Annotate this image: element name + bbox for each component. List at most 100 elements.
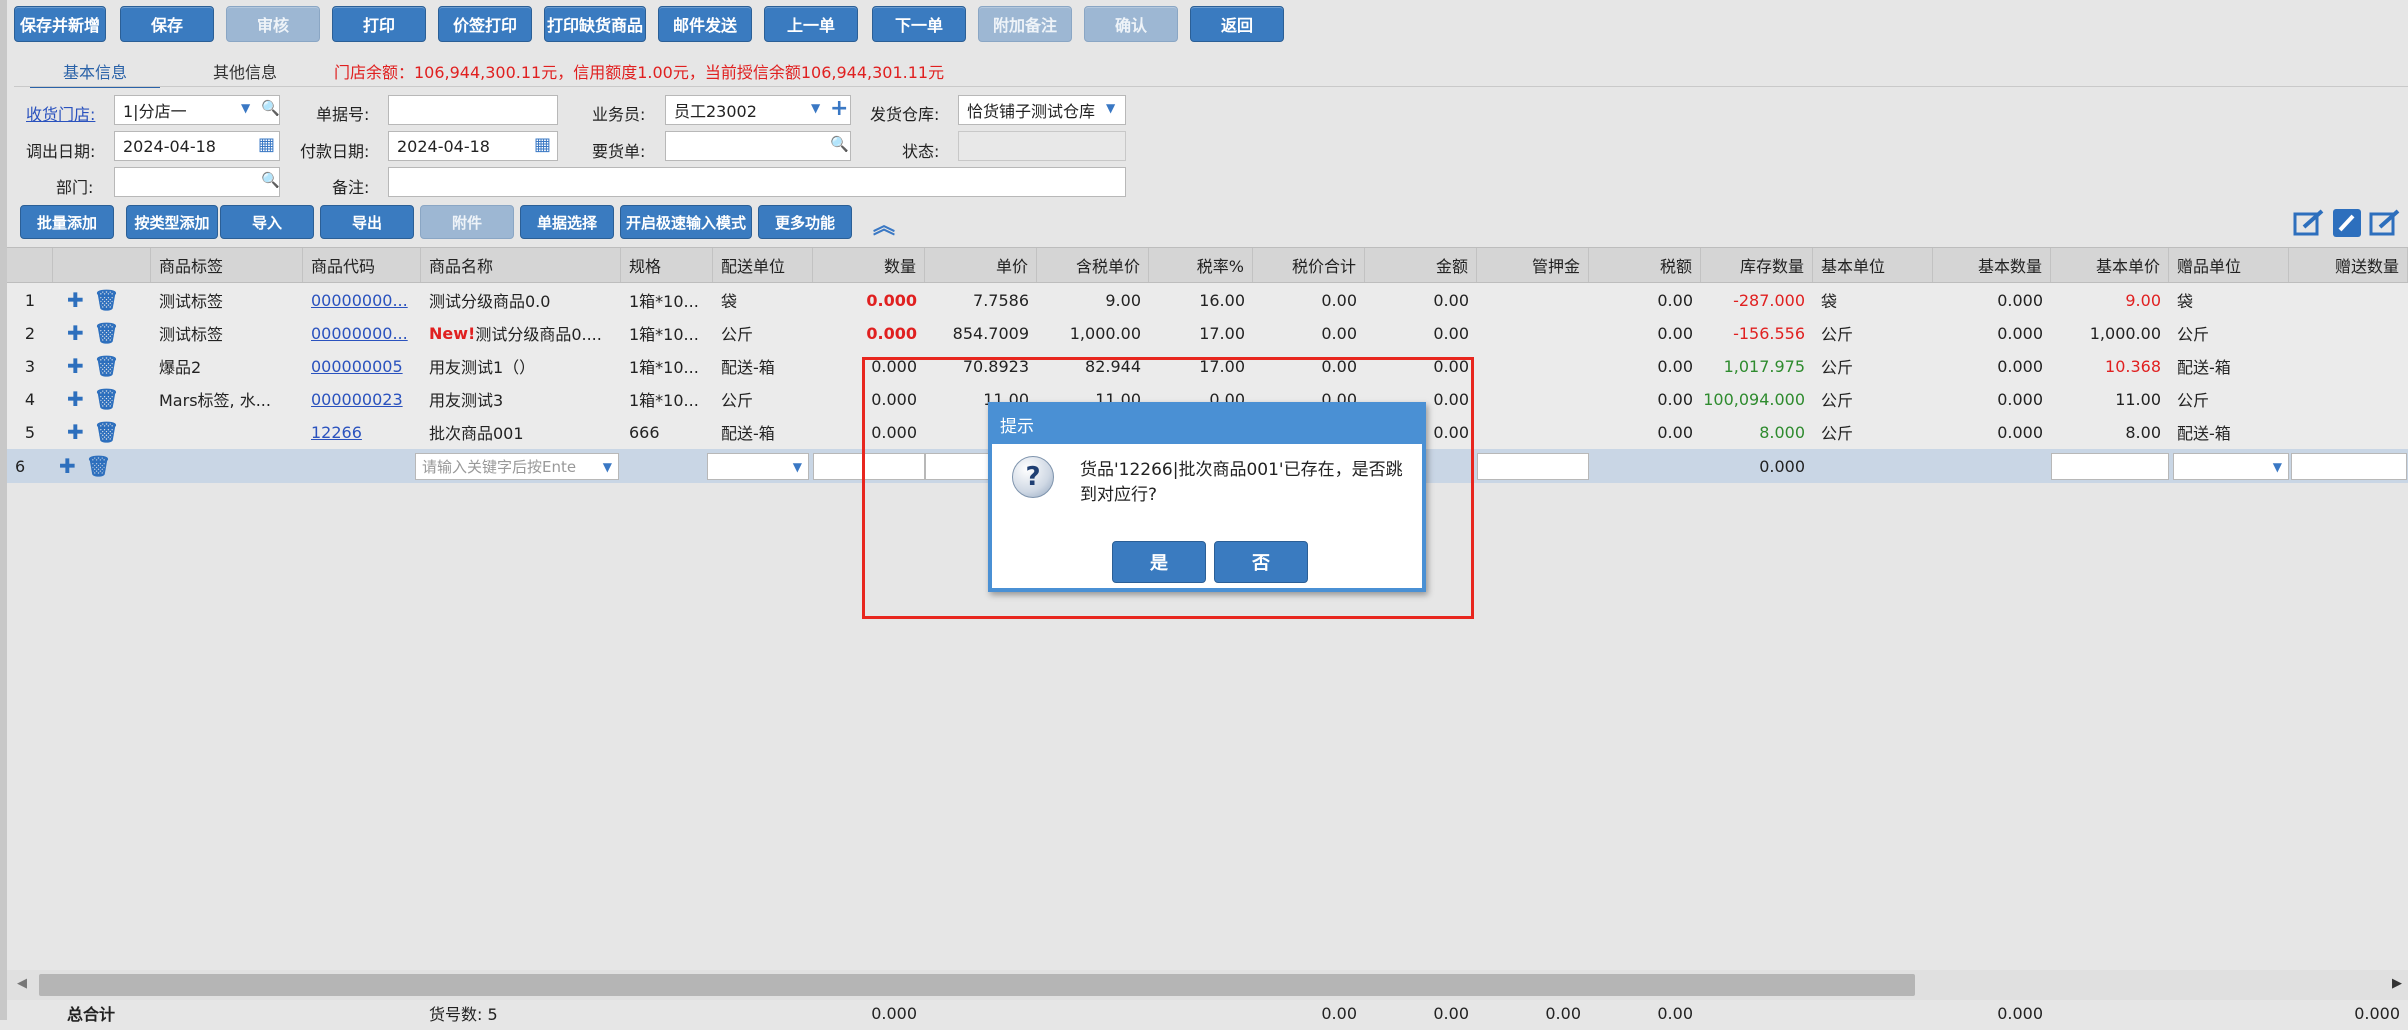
header-amount[interactable]: 金额 [1365, 248, 1477, 282]
header-qty[interactable]: 数量 [813, 248, 925, 282]
chevron-down-icon[interactable]: ▼ [1106, 101, 1115, 115]
delete-row-icon[interactable]: 🗑 [86, 454, 111, 478]
email-send-button[interactable]: 邮件发送 [658, 6, 752, 42]
delete-row-icon[interactable]: 🗑 [94, 321, 119, 345]
print-button[interactable]: 打印 [332, 6, 426, 42]
search-icon[interactable]: 🔍 [261, 171, 280, 189]
add-by-type-button[interactable]: 按类型添加 [126, 205, 218, 239]
dialog-no-button[interactable]: 否 [1214, 541, 1308, 583]
cell-code[interactable]: 00000000... [303, 316, 421, 350]
export-button[interactable]: 导出 [320, 205, 414, 239]
save-button[interactable]: 保存 [120, 6, 214, 42]
header-total[interactable]: 税价合计 [1253, 248, 1365, 282]
scroll-right-icon[interactable]: ▶ [2392, 976, 2402, 991]
cell-code[interactable]: 000000023 [303, 382, 421, 416]
search-icon[interactable]: 🔍 [830, 135, 849, 153]
header-base-price[interactable]: 基本单价 [2051, 248, 2169, 282]
header-tax[interactable]: 税额 [1589, 248, 1701, 282]
pay-date-field[interactable]: 2024-04-18 [388, 131, 558, 161]
cell-code[interactable]: 12266 [303, 415, 421, 449]
unit-select[interactable]: ▼ [707, 453, 809, 480]
chevron-down-icon[interactable]: ▼ [793, 460, 802, 474]
add-row-icon[interactable]: ✚ [59, 454, 76, 478]
import-button[interactable]: 导入 [220, 205, 314, 239]
header-spec[interactable]: 规格 [621, 248, 713, 282]
confirm-button[interactable]: 确认 [1084, 6, 1178, 42]
more-functions-button[interactable]: 更多功能 [758, 205, 852, 239]
cell-deposit [1477, 316, 1589, 350]
header-stock[interactable]: 库存数量 [1701, 248, 1813, 282]
search-icon[interactable]: 🔍 [261, 99, 280, 117]
table-row[interactable]: ✚ 🗑 1 测试标签 00000000... 测试分级商品0.0 1箱*10... 袋 0.00… [7, 283, 2408, 317]
scrollbar-thumb[interactable] [39, 974, 1915, 996]
pencil-icon[interactable] [2332, 208, 2362, 238]
out-date-field[interactable]: 2024-04-18 [114, 131, 280, 161]
total-deposit: 0.00 [1545, 1003, 1581, 1023]
chevron-down-icon[interactable]: ▼ [811, 101, 820, 115]
add-remark-button[interactable]: 附加备注 [978, 6, 1072, 42]
add-row-icon[interactable]: ✚ [67, 321, 84, 345]
attachment-button[interactable]: 附件 [420, 205, 514, 239]
dept-field[interactable] [114, 167, 280, 197]
return-button[interactable]: 返回 [1190, 6, 1284, 42]
header-unit[interactable]: 配送单位 [713, 248, 813, 282]
price-tag-print-button[interactable]: 价签打印 [438, 6, 532, 42]
store-field[interactable]: 1|分店一 [114, 95, 280, 125]
calendar-icon[interactable]: ▦ [534, 134, 551, 155]
header-tag[interactable]: 商品标签 [151, 248, 303, 282]
chevron-down-icon[interactable]: ▼ [2273, 460, 2282, 474]
header-gift-unit[interactable]: 赠品单位 [2169, 248, 2289, 282]
warehouse-field[interactable]: 恰货铺子测试仓库 [958, 95, 1126, 125]
audit-button[interactable]: 审核 [226, 6, 320, 42]
tab-other-info[interactable]: 其他信息 [180, 56, 310, 86]
add-row-icon[interactable]: ✚ [67, 354, 84, 378]
chevron-down-icon[interactable]: ▼ [241, 101, 250, 115]
header-price[interactable]: 单价 [925, 248, 1037, 282]
header-code[interactable]: 商品代码 [303, 248, 421, 282]
header-tax-price[interactable]: 含税单价 [1037, 248, 1149, 282]
add-icon[interactable]: + [830, 96, 848, 121]
batch-add-button[interactable]: 批量添加 [20, 205, 114, 239]
calendar-icon[interactable]: ▦ [258, 134, 275, 155]
delete-row-icon[interactable]: 🗑 [94, 354, 119, 378]
product-search-input[interactable]: 请输入关键字后按Ente ▼ [415, 453, 619, 480]
next-doc-button[interactable]: 下一单 [872, 6, 966, 42]
deposit-input[interactable] [1477, 453, 1589, 480]
req-field[interactable] [665, 131, 851, 161]
delete-row-icon[interactable]: 🗑 [94, 387, 119, 411]
header-tax-rate[interactable]: 税率% [1149, 248, 1253, 282]
remark-field[interactable] [388, 167, 1126, 197]
header-base-unit[interactable]: 基本单位 [1813, 248, 1933, 282]
gift-unit-select[interactable]: ▼ [2173, 453, 2289, 480]
add-row-icon[interactable]: ✚ [67, 420, 84, 444]
doc-no-field[interactable] [388, 95, 558, 125]
save-and-new-button[interactable]: 保存并新增 [14, 6, 106, 42]
tab-basic-info[interactable]: 基本信息 [30, 56, 160, 88]
delete-row-icon[interactable]: 🗑 [94, 288, 119, 312]
table-row[interactable]: ✚ 🗑 2 测试标签 00000000... New! 测试分级商品0.... 1箱*10..… [7, 316, 2408, 350]
header-gift-qty[interactable]: 赠送数量 [2289, 248, 2408, 282]
collapse-up-icon[interactable]: ︽ [873, 208, 895, 240]
fast-input-button[interactable]: 开启极速输入模式 [620, 205, 752, 239]
doc-select-button[interactable]: 单据选择 [520, 205, 614, 239]
base-price-input[interactable] [2051, 453, 2169, 480]
edit-all-icon[interactable] [2368, 208, 2402, 238]
delete-row-icon[interactable]: 🗑 [94, 420, 119, 444]
cell-code[interactable]: 000000005 [303, 349, 421, 383]
add-row-icon[interactable]: ✚ [67, 288, 84, 312]
gift-qty-input[interactable] [2291, 453, 2407, 480]
print-shortage-button[interactable]: 打印缺货商品 [544, 6, 646, 42]
header-name[interactable]: 商品名称 [421, 248, 621, 282]
add-row-icon[interactable]: ✚ [67, 387, 84, 411]
cell-no: 5 [24, 422, 36, 442]
header-deposit[interactable]: 管押金 [1477, 248, 1589, 282]
edit-icon[interactable] [2292, 208, 2326, 238]
dialog-yes-button[interactable]: 是 [1112, 541, 1206, 583]
scroll-left-icon[interactable]: ◀ [17, 976, 27, 991]
header-base-qty[interactable]: 基本数量 [1933, 248, 2051, 282]
prev-doc-button[interactable]: 上一单 [764, 6, 858, 42]
cell-code[interactable]: 00000000... [303, 283, 421, 317]
chevron-down-icon[interactable]: ▼ [603, 460, 612, 474]
store-label[interactable]: 收货门店: [26, 101, 95, 125]
salesman-field[interactable]: 员工23002 [665, 95, 851, 125]
